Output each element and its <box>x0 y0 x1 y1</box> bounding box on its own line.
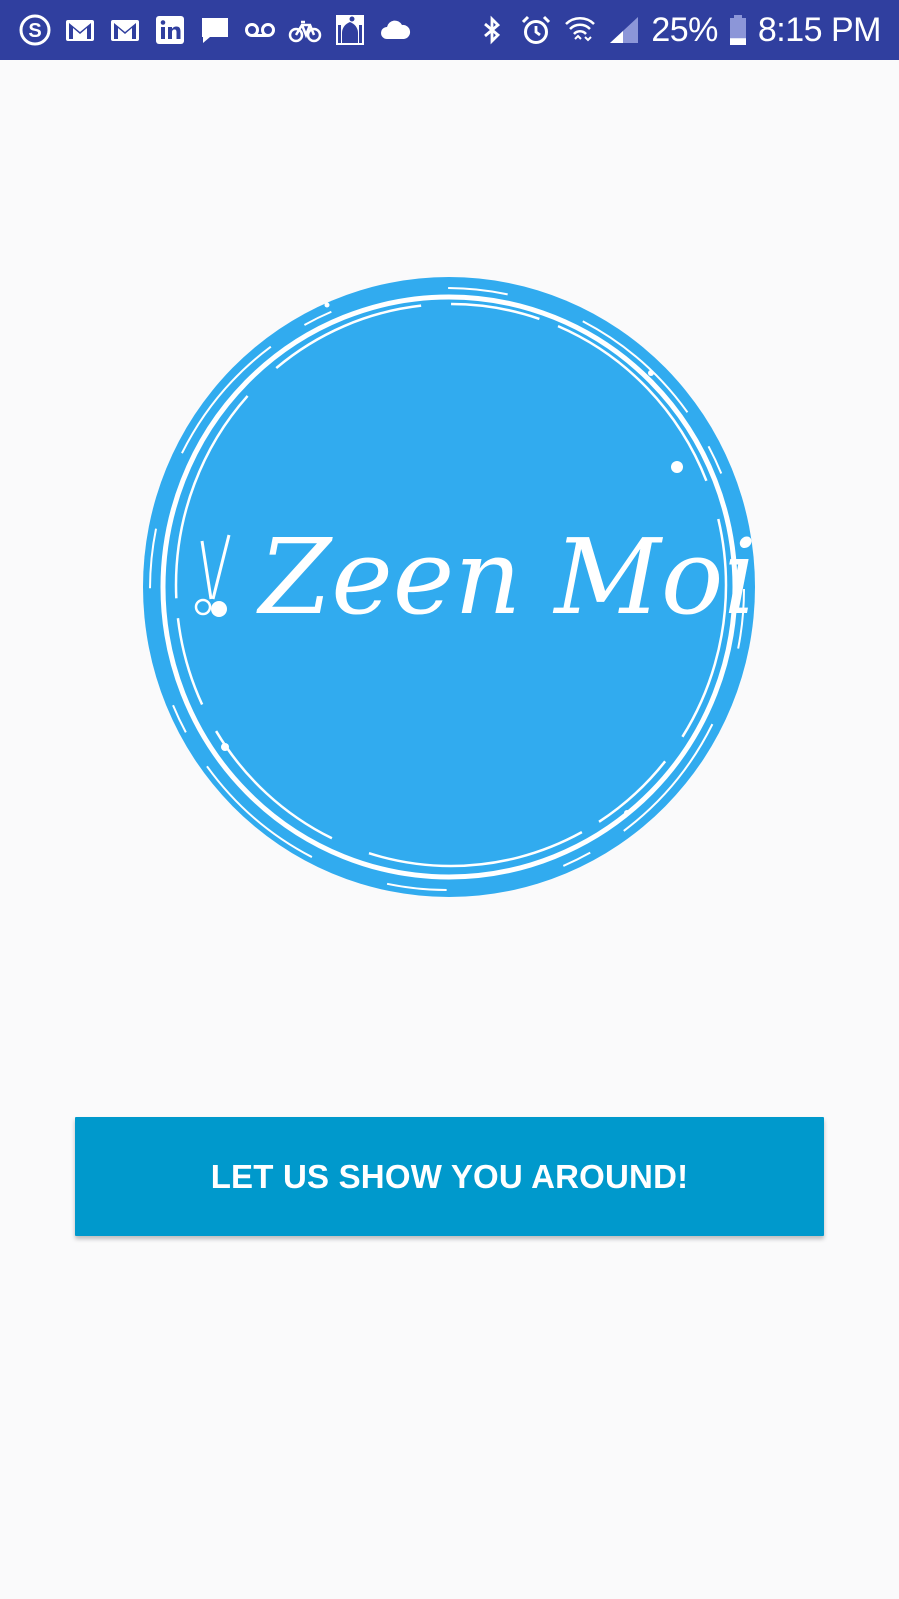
cloud-icon <box>378 13 412 47</box>
prayer-app-icon <box>333 13 367 47</box>
linkedin-icon <box>153 13 187 47</box>
system-status: 25% 8:15 PM <box>475 0 882 60</box>
skype-icon: S <box>18 13 52 47</box>
bicycle-icon <box>288 13 322 47</box>
battery-icon <box>728 13 748 47</box>
bluetooth-icon <box>475 13 509 47</box>
cellular-signal-icon <box>607 13 641 47</box>
svg-text:S: S <box>28 20 41 42</box>
gmail-icon <box>63 13 97 47</box>
battery-percent: 25% <box>651 11 718 49</box>
alarm-icon <box>519 13 553 47</box>
message-icon <box>198 13 232 47</box>
show-around-button[interactable]: LET US SHOW YOU AROUND! <box>75 1117 824 1236</box>
brand-logo: Zeen Moi <box>141 273 757 901</box>
brand-name: Zeen Moi <box>256 516 757 638</box>
clock: 8:15 PM <box>757 11 882 49</box>
status-bar: S 25% 8:15 PM <box>0 0 899 60</box>
voicemail-icon <box>243 13 277 47</box>
gmail-icon <box>108 13 142 47</box>
wifi-icon <box>563 13 597 47</box>
notification-icons: S <box>18 0 412 60</box>
